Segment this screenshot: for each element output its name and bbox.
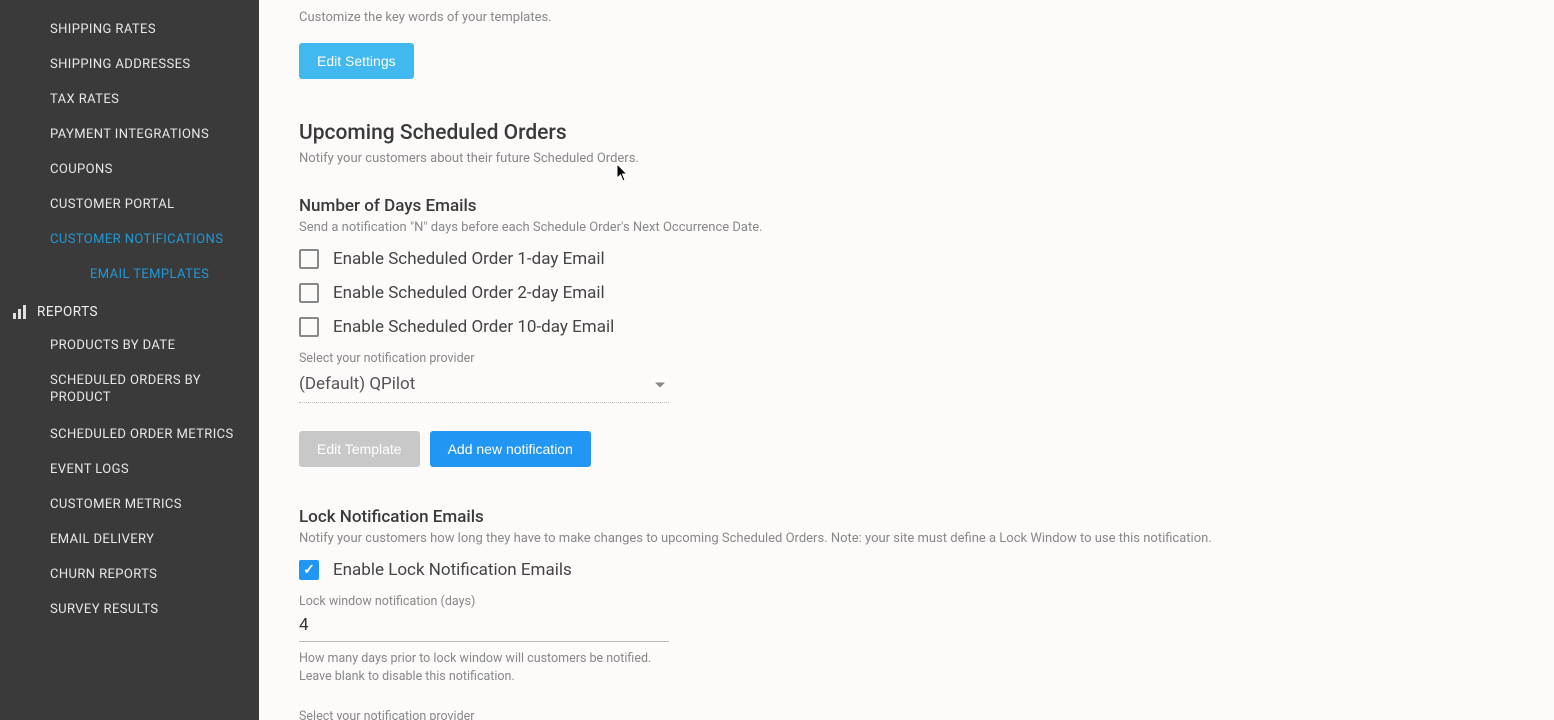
select-value: (Default) QPilot: [299, 374, 415, 394]
lock-subtitle: Notify your customers how long they have…: [299, 531, 1514, 546]
templates-subtitle: Customize the key words of your template…: [299, 10, 1514, 25]
sidebar: SHIPPING RATES SHIPPING ADDRESSES TAX RA…: [0, 0, 259, 720]
days-email-subtitle: Send a notification "N" days before each…: [299, 220, 1514, 235]
checkbox-checked-icon: [299, 560, 319, 580]
sidebar-item-shipping-rates[interactable]: SHIPPING RATES: [0, 12, 259, 47]
checkbox-lock-notification[interactable]: Enable Lock Notification Emails: [299, 560, 1514, 580]
sidebar-item-survey-results[interactable]: SURVEY RESULTS: [0, 592, 259, 627]
provider-select[interactable]: (Default) QPilot: [299, 368, 669, 403]
checkbox-icon: [299, 317, 319, 337]
checkbox-label: Enable Scheduled Order 1-day Email: [333, 249, 605, 269]
lock-days-label: Lock window notification (days): [299, 594, 1514, 609]
sidebar-item-event-logs[interactable]: EVENT LOGS: [0, 452, 259, 487]
sidebar-item-customer-metrics[interactable]: CUSTOMER METRICS: [0, 487, 259, 522]
chevron-down-icon: [655, 383, 665, 388]
checkbox-label: Enable Lock Notification Emails: [333, 560, 572, 580]
bar-chart-icon: [13, 305, 27, 319]
sidebar-item-coupons[interactable]: COUPONS: [0, 152, 259, 187]
sidebar-item-email-delivery[interactable]: EMAIL DELIVERY: [0, 522, 259, 557]
checkbox-label: Enable Scheduled Order 10-day Email: [333, 317, 614, 337]
sidebar-item-tax-rates[interactable]: TAX RATES: [0, 82, 259, 117]
checkbox-icon: [299, 283, 319, 303]
provider-label: Select your notification provider: [299, 351, 1514, 366]
lock-helper-2: Leave blank to disable this notification…: [299, 668, 1514, 686]
sidebar-item-products-by-date[interactable]: PRODUCTS BY DATE: [0, 328, 259, 363]
upcoming-title: Upcoming Scheduled Orders: [299, 121, 1514, 145]
edit-settings-button[interactable]: Edit Settings: [299, 43, 414, 79]
checkbox-label: Enable Scheduled Order 2-day Email: [333, 283, 605, 303]
add-notification-button[interactable]: Add new notification: [430, 431, 591, 467]
upcoming-subtitle: Notify your customers about their future…: [299, 151, 1514, 166]
lock-helper-1: How many days prior to lock window will …: [299, 650, 1514, 668]
sidebar-item-email-templates[interactable]: EMAIL TEMPLATES: [0, 257, 259, 292]
sidebar-item-payment-integrations[interactable]: PAYMENT INTEGRATIONS: [0, 117, 259, 152]
sidebar-item-scheduled-order-metrics[interactable]: SCHEDULED ORDER METRICS: [0, 417, 259, 452]
lock-provider-label: Select your notification provider: [299, 709, 1514, 720]
edit-template-button[interactable]: Edit Template: [299, 431, 420, 467]
sidebar-item-customer-notifications[interactable]: CUSTOMER NOTIFICATIONS: [0, 222, 259, 257]
sidebar-item-churn-reports[interactable]: CHURN REPORTS: [0, 557, 259, 592]
sidebar-item-customer-portal[interactable]: CUSTOMER PORTAL: [0, 187, 259, 222]
sidebar-section-label: REPORTS: [37, 304, 98, 320]
checkbox-icon: [299, 249, 319, 269]
main-content: Customize the key words of your template…: [259, 0, 1554, 720]
checkbox-1day-email[interactable]: Enable Scheduled Order 1-day Email: [299, 249, 1514, 269]
lock-days-input[interactable]: 4: [299, 611, 669, 642]
sidebar-item-shipping-addresses[interactable]: SHIPPING ADDRESSES: [0, 47, 259, 82]
days-email-title: Number of Days Emails: [299, 196, 1514, 216]
checkbox-2day-email[interactable]: Enable Scheduled Order 2-day Email: [299, 283, 1514, 303]
sidebar-section-reports[interactable]: REPORTS: [0, 292, 259, 328]
lock-title: Lock Notification Emails: [299, 507, 1514, 527]
checkbox-10day-email[interactable]: Enable Scheduled Order 10-day Email: [299, 317, 1514, 337]
input-value: 4: [299, 615, 309, 635]
sidebar-item-scheduled-orders-by-product[interactable]: SCHEDULED ORDERS BY PRODUCT: [0, 363, 259, 417]
